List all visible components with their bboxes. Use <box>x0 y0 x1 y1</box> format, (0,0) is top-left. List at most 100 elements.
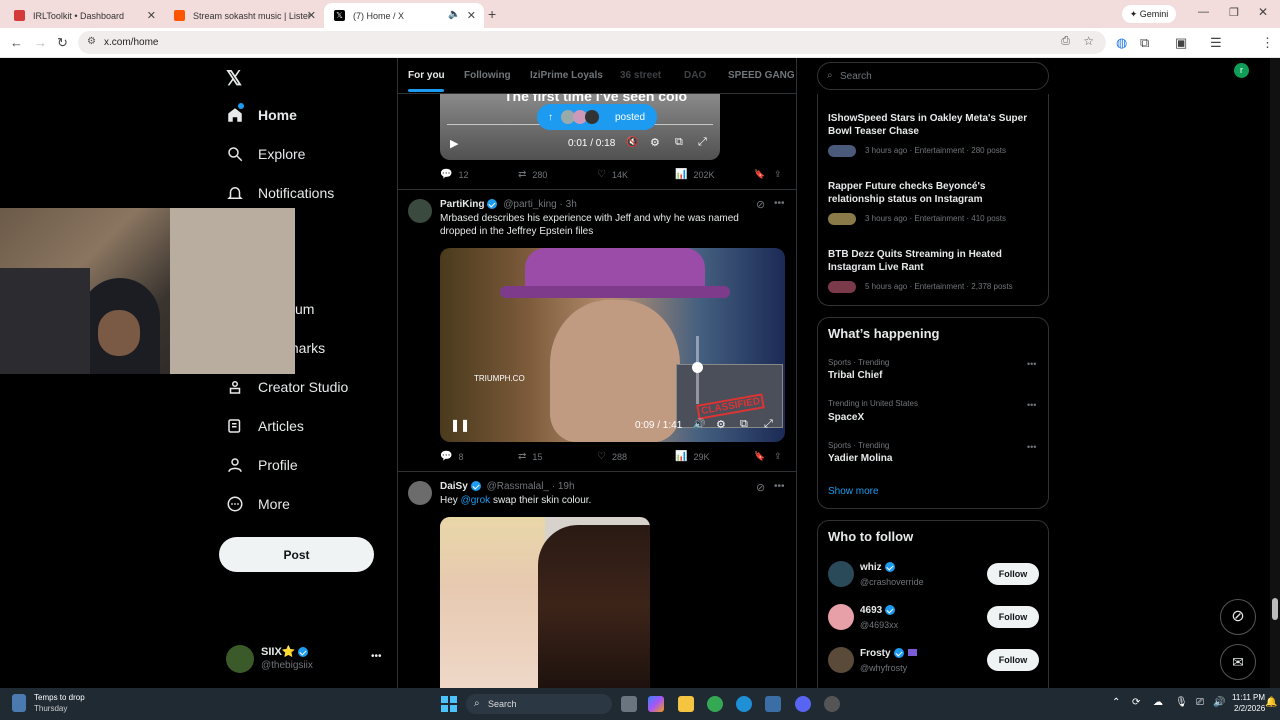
mute-tab-icon[interactable]: 🔈 <box>448 9 460 20</box>
tray-sync-icon[interactable]: ⟳ <box>1132 697 1140 708</box>
copilot-icon[interactable] <box>648 696 664 712</box>
volume-icon[interactable]: 🔇 <box>626 137 638 148</box>
split-view-icon[interactable]: ▣ <box>1175 35 1187 51</box>
like-button[interactable]: ♡ 14K <box>597 169 628 180</box>
tab-soundcloud[interactable]: Stream sokasht music | Listen t ✕ <box>164 3 324 28</box>
follow-button[interactable]: Follow <box>987 563 1039 585</box>
site-info-icon[interactable]: ⚙ <box>87 36 96 47</box>
store-icon[interactable] <box>765 696 781 712</box>
post-handle[interactable]: @parti_king <box>503 199 557 210</box>
volume-slider-thumb[interactable] <box>692 362 703 373</box>
search-input[interactable]: ⌕ Search <box>817 62 1049 90</box>
repost-button[interactable]: ⇄ 280 <box>518 169 547 180</box>
post-image[interactable] <box>440 517 650 688</box>
reply-button[interactable]: 💬 8 <box>440 451 463 462</box>
gemini-button[interactable]: ✦ Gemini <box>1122 5 1176 23</box>
pause-icon[interactable]: ❚❚ <box>450 418 470 432</box>
news-title[interactable]: BTB Dezz Quits Streaming in Heated Insta… <box>828 248 1038 274</box>
grok-float-icon[interactable]: ⊘ <box>1220 599 1256 635</box>
windows-start-icon[interactable] <box>441 696 457 712</box>
weather-title[interactable]: Temps to drop <box>34 693 85 702</box>
new-posts-pill[interactable]: ↑ posted <box>537 104 657 130</box>
close-tab-icon[interactable]: ✕ <box>147 9 156 22</box>
fullscreen-icon[interactable]: ⤢ <box>764 418 773 431</box>
close-tab-icon[interactable]: ✕ <box>307 9 316 22</box>
follow-avatar[interactable] <box>828 561 854 587</box>
news-title[interactable]: IShowSpeed Stars in Oakley Meta's Super … <box>828 112 1038 138</box>
chrome-icon[interactable] <box>707 696 723 712</box>
nav-articles[interactable]: Articles <box>226 417 304 435</box>
window-close-icon[interactable]: ✕ <box>1258 5 1268 19</box>
microphone-icon[interactable]: 🎙 <box>1175 697 1188 708</box>
follow-avatar[interactable] <box>828 604 854 630</box>
post-time[interactable]: · 19h <box>552 481 575 492</box>
restore-icon[interactable]: ❐ <box>1229 6 1239 19</box>
nav-notifications[interactable]: Notifications <box>226 184 334 202</box>
nav-more[interactable]: More <box>226 495 290 513</box>
post-author[interactable]: PartiKing <box>440 199 484 210</box>
pip-icon[interactable]: ⧉ <box>740 418 748 431</box>
bookmark-icon[interactable]: 🔖 <box>754 169 765 180</box>
speaker-icon[interactable]: 🔊 <box>1213 697 1225 708</box>
profile-avatar[interactable]: r <box>1234 63 1249 78</box>
file-explorer-icon[interactable] <box>678 696 694 712</box>
tray-chevron-icon[interactable]: ⌃ <box>1112 697 1120 708</box>
forward-icon[interactable]: → <box>34 35 47 50</box>
trend-name[interactable]: Tribal Chief <box>828 370 882 381</box>
weather-icon[interactable] <box>12 694 26 712</box>
trend-more-icon[interactable]: ••• <box>1027 400 1036 410</box>
nav-home[interactable]: Home <box>226 106 297 124</box>
views-button[interactable]: 📊 29K <box>675 451 709 462</box>
mention-link[interactable]: @grok <box>461 495 491 506</box>
tab-irltoolkit[interactable]: IRLToolkit • Dashboard ✕ <box>4 3 164 28</box>
tab-x-home[interactable]: 𝕏 (7) Home / X 🔈 ✕ <box>324 3 484 28</box>
follow-name-row[interactable]: whiz <box>860 562 895 573</box>
settings-icon[interactable]: ⚙ <box>716 418 726 431</box>
account-more-icon[interactable]: ••• <box>371 651 382 662</box>
clock-date[interactable]: 2/2/2026 <box>1234 704 1265 713</box>
nav-creator-studio[interactable]: Creator Studio <box>226 378 348 396</box>
post-handle[interactable]: @Rassmalal_ <box>487 481 549 492</box>
play-icon[interactable]: ▶ <box>450 137 458 150</box>
url-field[interactable]: ⚙ x.com/home ⎙ ☆ <box>78 31 1106 54</box>
trend-name[interactable]: Yadier Molina <box>828 453 892 464</box>
install-app-icon[interactable]: ⎙ <box>1061 35 1070 48</box>
follow-name-row[interactable]: 4693 <box>860 605 896 616</box>
share-icon[interactable]: ⇪ <box>774 451 782 462</box>
follow-name-row[interactable]: Frosty <box>860 648 917 659</box>
share-icon[interactable]: ⇪ <box>774 169 782 180</box>
views-button[interactable]: 📊 202K <box>675 169 714 180</box>
account-avatar[interactable] <box>226 645 254 673</box>
trend-more-icon[interactable]: ••• <box>1027 359 1036 369</box>
bookmark-icon[interactable]: 🔖 <box>754 451 765 462</box>
messages-float-icon[interactable]: ✉ <box>1220 644 1256 680</box>
follow-button[interactable]: Follow <box>987 649 1039 671</box>
discord-icon[interactable] <box>795 696 811 712</box>
post-more-icon[interactable]: ••• <box>774 481 785 492</box>
post-avatar[interactable] <box>408 199 432 223</box>
post-more-icon[interactable]: ••• <box>774 198 785 209</box>
reload-icon[interactable]: ↻ <box>57 35 68 51</box>
back-icon[interactable]: ← <box>10 35 23 50</box>
menu-kebab-icon[interactable]: ⋮ <box>1261 35 1274 51</box>
news-title[interactable]: Rapper Future checks Beyoncé's relations… <box>828 180 1038 206</box>
clock-time[interactable]: 11:11 PM <box>1232 693 1265 702</box>
pip-icon[interactable]: ⧉ <box>675 136 683 149</box>
nav-explore[interactable]: Explore <box>226 145 305 163</box>
reading-list-icon[interactable]: ☰ <box>1210 35 1222 51</box>
post-avatar[interactable] <box>408 481 432 505</box>
volume-icon[interactable]: 🔊 <box>693 419 705 430</box>
tab-36-street[interactable]: 36 street <box>620 70 661 81</box>
taskbar-search[interactable]: ⌕ Search <box>466 694 612 714</box>
notifications-bell-icon[interactable]: 🔔 <box>1265 697 1277 708</box>
fullscreen-icon[interactable]: ⤢ <box>698 136 707 149</box>
extensions-icon[interactable]: ⧉ <box>1140 35 1149 51</box>
scrollbar-thumb[interactable] <box>1272 598 1278 620</box>
tab-speed-gang[interactable]: SPEED GANG <box>728 70 795 81</box>
grok-icon[interactable]: ⊘ <box>756 198 765 211</box>
close-tab-icon[interactable]: ✕ <box>467 9 476 22</box>
reply-button[interactable]: 💬 12 <box>440 169 468 180</box>
tab-dao[interactable]: DAO <box>684 70 706 81</box>
tab-for-you[interactable]: For you <box>408 70 445 81</box>
x-logo-icon[interactable]: 𝕏 <box>226 66 242 91</box>
